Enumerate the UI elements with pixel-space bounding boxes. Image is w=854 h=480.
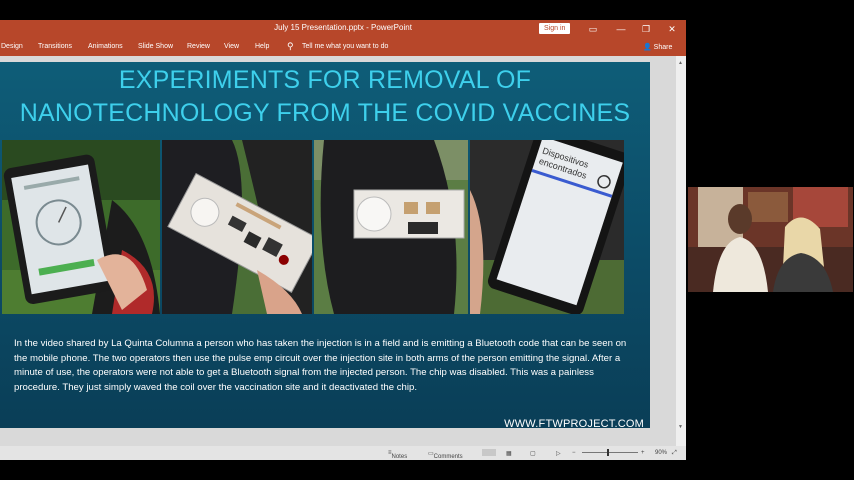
normal-view-icon[interactable] bbox=[482, 449, 496, 456]
minimize-button[interactable]: — bbox=[614, 22, 628, 36]
tab-review[interactable]: Review bbox=[187, 43, 210, 50]
tab-design[interactable]: Design bbox=[1, 43, 23, 50]
fit-slide-icon[interactable]: ⤢ bbox=[672, 450, 677, 457]
restore-button[interactable]: ❐ bbox=[639, 22, 653, 36]
photo-strip: Dispositivos encontrados bbox=[2, 140, 624, 314]
photo-circuit-arm-2 bbox=[314, 140, 468, 314]
zoom-slider[interactable] bbox=[582, 452, 638, 453]
slide-description: In the video shared by La Quinta Columna… bbox=[14, 338, 627, 393]
webcam-video-feed bbox=[688, 187, 853, 292]
reading-view-icon[interactable]: ▢ bbox=[530, 450, 536, 457]
tab-slide-show[interactable]: Slide Show bbox=[138, 43, 173, 50]
photo-phone-app bbox=[2, 140, 160, 314]
slide: EXPERIMENTS FOR REMOVAL OF NANOTECHNOLOG… bbox=[0, 62, 650, 428]
status-bar: ≡ Notes ▭ Comments ▦ ▢ ▷ − + 90% ⤢ bbox=[0, 446, 686, 460]
vertical-scrollbar[interactable]: ▲ ▼ bbox=[676, 56, 686, 446]
zoom-out-icon[interactable]: − bbox=[572, 450, 576, 456]
comments-label: Comments bbox=[433, 454, 463, 460]
website-url: WWW.FTWPROJECT.COM bbox=[504, 418, 644, 428]
share-label: Share bbox=[653, 44, 673, 51]
tell-me-search[interactable]: Tell me what you want to do bbox=[302, 43, 388, 50]
powerpoint-window: July 15 Presentation.pptx - PowerPoint S… bbox=[0, 20, 686, 460]
ribbon-tabs: Design Transitions Animations Slide Show… bbox=[0, 38, 686, 56]
scroll-up-icon[interactable]: ▲ bbox=[678, 60, 684, 66]
close-button[interactable]: ✕ bbox=[665, 22, 679, 36]
zoom-slider-thumb[interactable] bbox=[607, 449, 609, 456]
comments-button[interactable]: ▭ Comments bbox=[428, 450, 463, 460]
slide-title-line-1: EXPERIMENTS FOR REMOVAL OF bbox=[118, 66, 532, 94]
tab-transitions[interactable]: Transitions bbox=[38, 43, 72, 50]
photo-circuit-arm-1 bbox=[162, 140, 312, 314]
slide-sorter-icon[interactable]: ▦ bbox=[506, 450, 512, 457]
slide-title-line-2: NANOTECHNOLOGY FROM THE COVID VACCINES bbox=[19, 99, 631, 127]
sign-in-button[interactable]: Sign in bbox=[539, 23, 571, 34]
tab-help[interactable]: Help bbox=[255, 43, 269, 50]
slideshow-icon[interactable]: ▷ bbox=[556, 450, 561, 457]
photo-phone-devices-found: Dispositivos encontrados bbox=[470, 140, 624, 314]
notes-button[interactable]: ≡ Notes bbox=[388, 450, 407, 460]
tab-animations[interactable]: Animations bbox=[88, 43, 123, 50]
zoom-level[interactable]: 90% bbox=[655, 450, 667, 456]
scroll-down-icon[interactable]: ▼ bbox=[678, 424, 684, 430]
zoom-in-icon[interactable]: + bbox=[641, 450, 645, 456]
tab-view[interactable]: View bbox=[224, 43, 239, 50]
notes-label: Notes bbox=[391, 454, 408, 460]
lightbulb-icon: ⚲ bbox=[287, 41, 294, 51]
slide-editing-area: EXPERIMENTS FOR REMOVAL OF NANOTECHNOLOG… bbox=[0, 56, 676, 446]
share-button[interactable]: 👤 Share bbox=[643, 43, 672, 51]
window-title: July 15 Presentation.pptx - PowerPoint bbox=[274, 23, 412, 32]
title-bar: July 15 Presentation.pptx - PowerPoint S… bbox=[0, 20, 686, 38]
ribbon-display-options-icon[interactable]: ▭ bbox=[586, 22, 600, 36]
